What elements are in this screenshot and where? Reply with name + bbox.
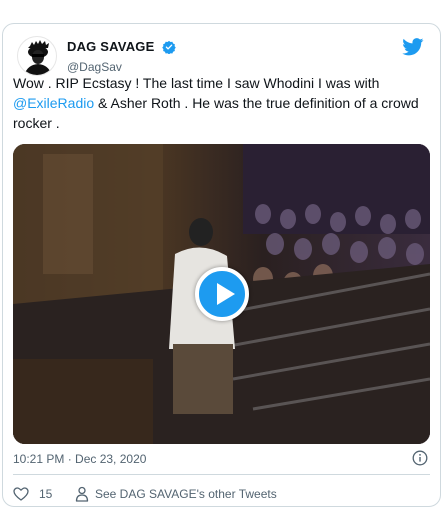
person-icon: [75, 486, 89, 502]
tweet-card: DAG SAVAGE @DagSav Wow . RIP Ecstasy ! T…: [2, 23, 441, 507]
info-icon[interactable]: [412, 450, 428, 466]
user-handle[interactable]: @DagSav: [67, 60, 176, 74]
play-button[interactable]: [194, 267, 249, 321]
heart-icon[interactable]: [13, 486, 29, 502]
video-player[interactable]: [13, 144, 430, 444]
mention-link[interactable]: @ExileRadio: [13, 95, 94, 111]
other-tweets-link[interactable]: See DAG SAVAGE's other Tweets: [95, 487, 277, 501]
avatar[interactable]: [17, 36, 57, 76]
like-count[interactable]: 15: [39, 487, 52, 501]
twitter-bird-icon[interactable]: [402, 38, 424, 56]
author-names[interactable]: DAG SAVAGE @DagSav: [67, 38, 176, 74]
tweet-timestamp[interactable]: 10:21 PM · Dec 23, 2020: [13, 452, 146, 466]
verified-badge-icon: [162, 40, 176, 54]
play-icon: [216, 283, 235, 305]
tweet-text-part: Wow . RIP Ecstasy ! The last time I saw …: [13, 75, 380, 91]
tweet-text: Wow . RIP Ecstasy ! The last time I saw …: [13, 73, 433, 133]
divider: [13, 474, 430, 475]
display-name[interactable]: DAG SAVAGE: [67, 39, 154, 54]
